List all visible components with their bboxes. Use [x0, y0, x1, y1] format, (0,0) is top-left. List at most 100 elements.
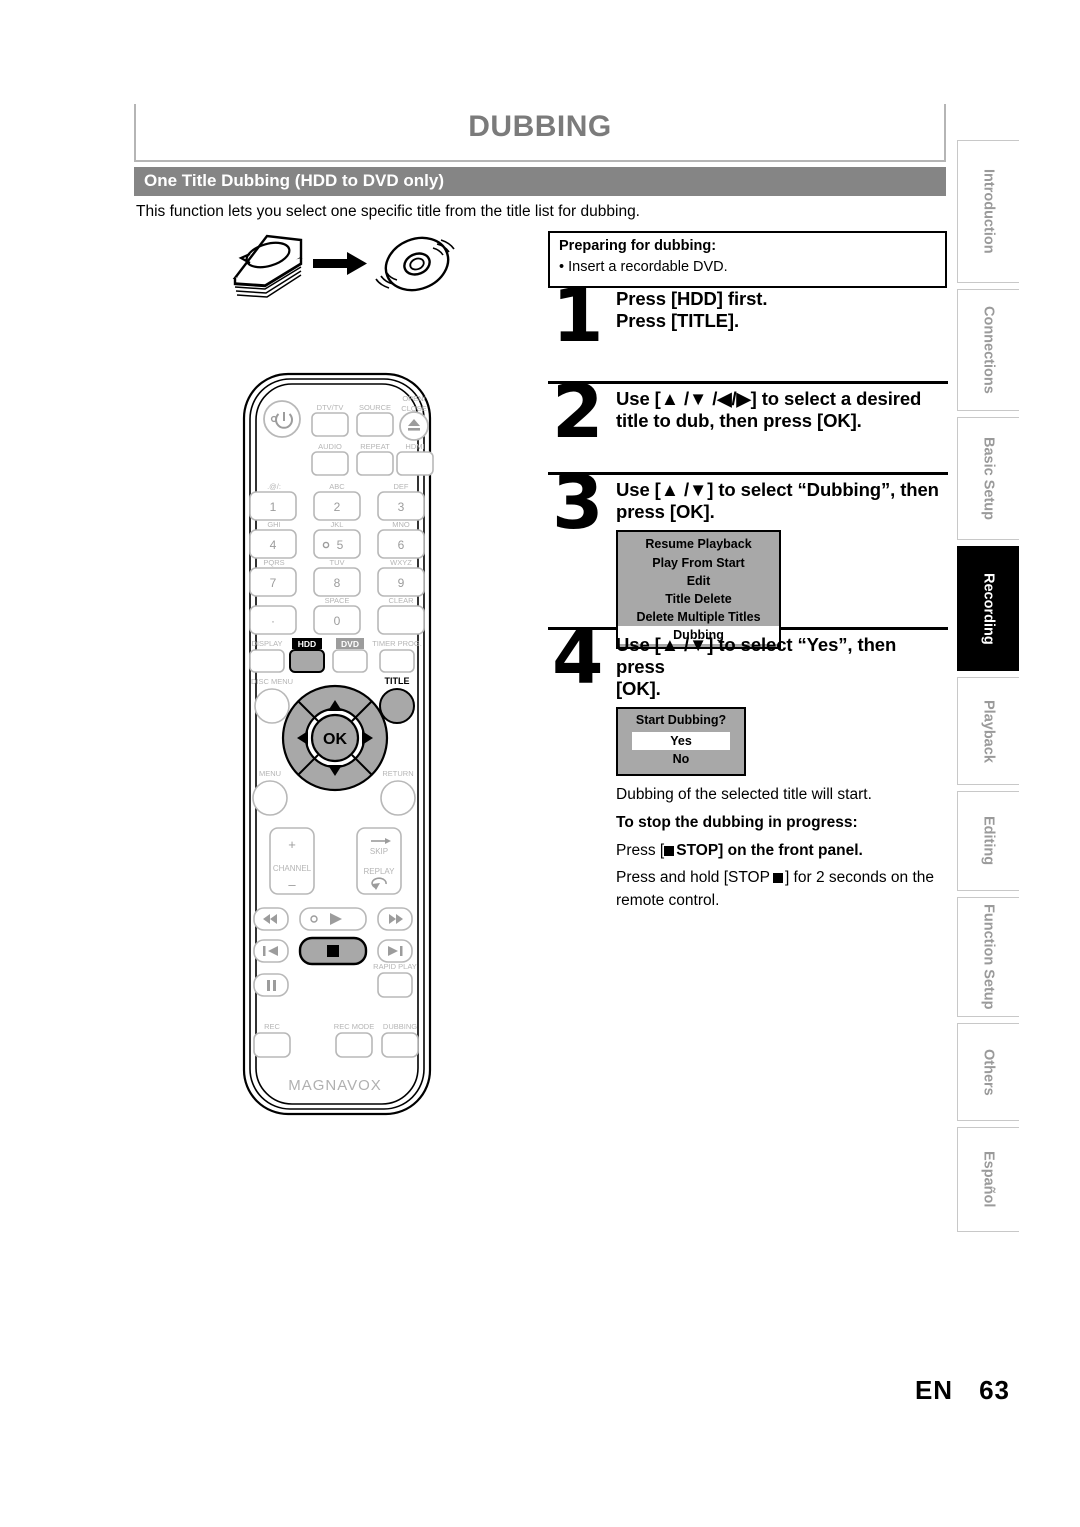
osd-start-dubbing-dialog[interactable]: Start Dubbing? Yes No — [616, 706, 746, 776]
step-3-line2: press [OK]. — [616, 501, 715, 523]
osd-dialog-no[interactable]: No — [618, 750, 744, 768]
osd-menu-item[interactable]: Delete Multiple Titles — [618, 608, 779, 626]
osd-menu-item[interactable]: Play From Start — [618, 554, 779, 572]
remote-display-button[interactable] — [249, 649, 285, 673]
sidebar-tab-label: Recording — [980, 572, 997, 645]
sidebar-tab-label: Function Setup — [980, 904, 997, 1010]
remote-menu-label: MENU — [259, 769, 281, 778]
remote-audio-button[interactable] — [311, 451, 349, 476]
stop-front-panel-b: STOP] on the front panel. — [676, 841, 863, 859]
osd-menu-item[interactable]: Edit — [618, 572, 779, 590]
stop-front-panel-a: Press [ — [616, 841, 665, 859]
stop-dubbing-heading: To stop the dubbing in progress: — [616, 814, 858, 832]
sidebar-tab-label: Editing — [980, 816, 997, 866]
remote-rec-button[interactable] — [253, 1032, 291, 1058]
remote-skip-replay-button[interactable]: SKIP REPLAY — [356, 827, 402, 895]
sidebar-tab-function-setup[interactable]: Function Setup — [957, 897, 1019, 1017]
remote-timer-prog-button[interactable] — [379, 649, 415, 673]
remote-key-0-digit: 0 — [334, 614, 341, 628]
remote-dubbing-label: DUBBING — [383, 1022, 417, 1031]
remote-repeat-button[interactable] — [356, 451, 394, 476]
svg-text:DVD: DVD — [341, 639, 359, 649]
section-tabs-sidebar: Introduction Connections Basic Setup Rec… — [957, 140, 1019, 1238]
stop-remote-b: ] for 2 seconds on the — [784, 869, 935, 887]
remote-disc-menu-label: DISC MENU — [251, 677, 293, 686]
remote-key-3-digit: 3 — [398, 500, 405, 514]
stop-remote-line: Press and hold [STOP ] for 2 seconds on t… — [616, 867, 946, 912]
remote-stop-button[interactable] — [298, 936, 368, 966]
sidebar-tab-label: Connections — [980, 306, 997, 394]
remote-rec-mode-button[interactable] — [335, 1032, 373, 1058]
remote-dpad[interactable]: OK — [281, 684, 389, 792]
remote-key3-label: DEF — [394, 482, 409, 491]
remote-key-5-digit: 5 — [337, 538, 344, 552]
sidebar-tab-playback[interactable]: Playback — [957, 677, 1019, 785]
remote-return-button[interactable] — [380, 780, 416, 816]
remote-disc-menu-button[interactable] — [254, 688, 290, 724]
remote-rec-mode-label: REC MODE — [334, 1022, 374, 1031]
remote-open-close-button[interactable] — [399, 411, 429, 441]
remote-key5-label: JKL — [331, 520, 344, 529]
remote-control-illustration: .bo{fill:none;stroke:#000;stroke-width:2… — [232, 368, 442, 1128]
remote-play-button[interactable] — [299, 907, 367, 931]
remote-menu-button[interactable] — [252, 780, 288, 816]
sidebar-tab-basic-setup[interactable]: Basic Setup — [957, 417, 1019, 540]
remote-fastforward-button[interactable] — [377, 907, 413, 931]
sidebar-tab-espanol[interactable]: Español — [957, 1127, 1019, 1232]
preparing-heading: Preparing for dubbing: — [559, 238, 717, 254]
osd-menu-item[interactable]: Resume Playback — [618, 535, 779, 553]
remote-standby-button[interactable] — [263, 400, 301, 438]
remote-rapid-play-label: RAPID PLAY — [373, 962, 417, 971]
step-4: 4 Use [▲ /▼] to select “Yes”, then press… — [548, 615, 948, 912]
remote-hdmi-button[interactable] — [396, 451, 434, 476]
remote-audio-label: AUDIO — [318, 442, 342, 451]
page-title-box: DUBBING — [134, 104, 946, 162]
sidebar-tab-recording[interactable]: Recording — [957, 546, 1019, 671]
step-3-number: 3 — [552, 460, 603, 546]
sidebar-tab-others[interactable]: Others — [957, 1023, 1019, 1121]
remote-rec-label: REC — [264, 1022, 280, 1031]
remote-key-8-digit: 8 — [334, 576, 341, 590]
sidebar-tab-connections[interactable]: Connections — [957, 289, 1019, 411]
remote-pause-button[interactable] — [253, 973, 289, 997]
remote-hdd-button[interactable] — [289, 649, 325, 673]
remote-control-svg: .bo{fill:none;stroke:#000;stroke-width:2… — [242, 372, 434, 1116]
remote-hdd-label-highlight: HDD — [292, 638, 322, 649]
remote-repeat-label: REPEAT — [360, 442, 390, 451]
step-1-line2: Press [TITLE]. — [616, 310, 739, 332]
remote-rewind-button[interactable] — [253, 907, 289, 931]
remote-source-button[interactable] — [356, 412, 394, 437]
step-4-number: 4 — [552, 615, 603, 701]
footer-language: EN — [914, 1375, 954, 1405]
remote-brand-label: MAGNAVOX — [288, 1077, 382, 1094]
osd-menu-item[interactable]: Title Delete — [618, 590, 779, 608]
remote-key4-label: GHI — [267, 520, 280, 529]
remote-previous-button[interactable] — [253, 939, 289, 963]
svg-text:REPLAY: REPLAY — [364, 867, 396, 876]
remote-dvd-label-highlight: DVD — [336, 638, 364, 649]
remote-dtvtv-button[interactable] — [311, 412, 349, 437]
remote-open-label: OPEN/ — [402, 394, 426, 403]
steps-column: 1 Press [HDD] first. Press [TITLE]. 2 Us… — [548, 279, 948, 912]
stop-remote-a: Press and hold [STOP — [616, 869, 770, 886]
stop-remote-a-text: Press and hold [STOP — [616, 869, 770, 887]
remote-clear-button[interactable] — [377, 605, 425, 635]
remote-dubbing-button[interactable] — [381, 1032, 419, 1058]
step-3: 3 Use [▲ /▼] to select “Dubbing”, then p… — [548, 460, 948, 650]
step-1: 1 Press [HDD] first. Press [TITLE]. — [548, 279, 948, 381]
sidebar-tab-editing[interactable]: Editing — [957, 791, 1019, 891]
remote-key9-label: WXYZ — [390, 558, 412, 567]
sidebar-tab-introduction[interactable]: Introduction — [957, 140, 1019, 283]
osd-dialog-heading: Start Dubbing? — [635, 712, 727, 727]
remote-title-label: TITLE — [385, 676, 410, 686]
sidebar-tab-label: Others — [980, 1048, 997, 1096]
remote-title-button[interactable] — [379, 688, 415, 724]
page-footer: EN 63 — [0, 1375, 1010, 1406]
remote-next-button[interactable] — [377, 939, 413, 963]
remote-dvd-button[interactable] — [332, 649, 368, 673]
svg-text:CHANNEL: CHANNEL — [273, 864, 312, 873]
remote-rapid-play-button[interactable] — [377, 972, 413, 998]
osd-dialog-yes-selected[interactable]: Yes — [632, 731, 730, 750]
stop-remote-c: remote control. — [616, 891, 720, 909]
remote-channel-rocker[interactable]: + CHANNEL – — [269, 827, 315, 895]
